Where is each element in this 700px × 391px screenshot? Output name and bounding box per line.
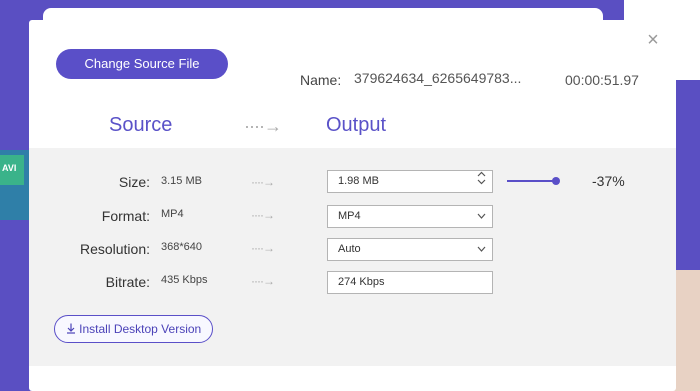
size-source-value: 3.15 MB [161, 175, 202, 187]
settings-panel: Size: 3.15 MB ····→ 1.98 MB -37% Format:… [29, 148, 676, 366]
name-label: Name: [300, 72, 342, 88]
download-icon [66, 322, 79, 336]
resolution-dropdown[interactable]: Auto [327, 238, 493, 261]
chevron-down-icon[interactable] [477, 239, 486, 268]
format-source-value: MP4 [161, 208, 184, 220]
change-source-file-button[interactable]: Change Source File [56, 49, 228, 79]
compression-percent: -37% [592, 173, 625, 189]
resolution-source-value: 368*640 [161, 241, 202, 253]
format-label: Format: [101, 208, 150, 224]
source-header: Source [109, 114, 173, 136]
size-label: Size: [118, 174, 150, 190]
output-header: Output [326, 114, 387, 136]
resolution-label: Resolution: [79, 241, 150, 257]
chevron-down-icon[interactable] [477, 206, 486, 235]
bitrate-label: Bitrate: [105, 274, 150, 290]
compression-slider-thumb[interactable] [552, 177, 560, 185]
close-icon[interactable]: × [644, 30, 662, 50]
header-arrow-icon: ····→ [244, 116, 282, 136]
compress-video-dialog: × Change Source File Name: 379624634_626… [29, 20, 676, 391]
bitrate-field[interactable]: 274 Kbps [327, 271, 493, 294]
updown-chevron-icon[interactable] [477, 171, 486, 193]
arrow-icon: ····→ [251, 274, 275, 288]
compression-slider-track[interactable] [507, 180, 555, 182]
format-dropdown[interactable]: MP4 [327, 205, 493, 228]
arrow-icon: ····→ [251, 175, 275, 189]
bitrate-source-value: 435 Kbps [161, 274, 208, 286]
bitrate-output-value: 274 Kbps [338, 276, 385, 288]
resolution-output-value: Auto [338, 243, 361, 255]
arrow-icon: ····→ [251, 241, 275, 255]
file-name: 379624634_6265649783... [354, 70, 522, 86]
format-output-value: MP4 [338, 210, 361, 222]
arrow-icon: ····→ [251, 208, 275, 222]
size-stepper[interactable]: 1.98 MB [327, 170, 493, 193]
background-avi-badge: AVI [0, 155, 24, 185]
size-output-value: 1.98 MB [338, 175, 379, 187]
install-desktop-button[interactable]: Install Desktop Version [54, 315, 213, 343]
duration: 00:00:51.97 [565, 72, 639, 88]
install-desktop-label: Install Desktop Version [79, 322, 202, 336]
